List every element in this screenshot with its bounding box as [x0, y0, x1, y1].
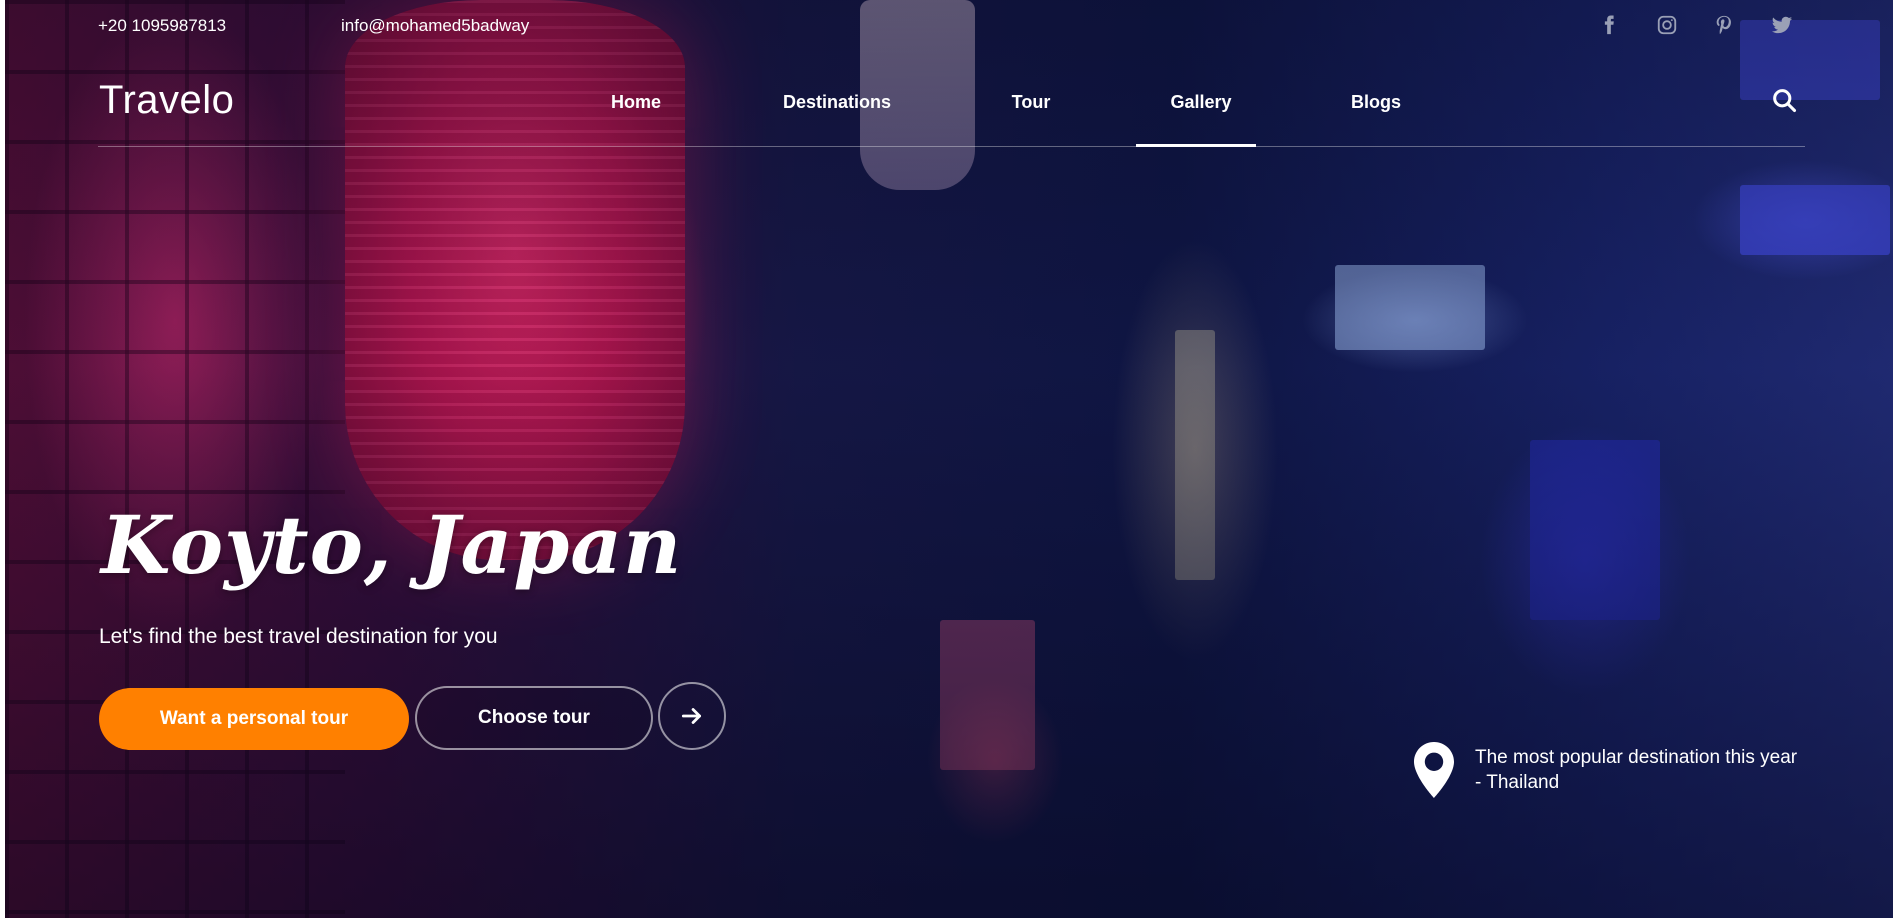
map-pin-icon	[1410, 742, 1458, 798]
instagram-icon[interactable]	[1656, 14, 1678, 36]
personal-tour-button[interactable]: Want a personal tour	[99, 688, 409, 750]
nav-item-tour[interactable]: Tour	[1012, 92, 1051, 113]
nav-item-blogs[interactable]: Blogs	[1351, 92, 1401, 113]
popular-destination-text: The most popular destination this year -…	[1475, 747, 1798, 793]
nav-item-home[interactable]: Home	[611, 92, 661, 113]
twitter-icon[interactable]	[1771, 14, 1793, 36]
pinterest-icon[interactable]	[1713, 14, 1735, 36]
facebook-icon[interactable]	[1598, 14, 1620, 36]
search-icon[interactable]	[1770, 86, 1798, 114]
choose-tour-button[interactable]: Choose tour	[415, 686, 653, 750]
next-arrow-button[interactable]	[658, 682, 726, 750]
hero-section: +20 1095987813 info@mohamed5badway Trave…	[5, 0, 1893, 918]
hero-title: Koyto, Japan	[101, 498, 683, 592]
nav-divider	[98, 146, 1805, 147]
site-logo[interactable]: Travelo	[99, 78, 234, 123]
hero-subtitle: Let's find the best travel destination f…	[99, 625, 498, 648]
topbar-email[interactable]: info@mohamed5badway	[341, 16, 529, 36]
topbar-phone[interactable]: +20 1095987813	[98, 16, 226, 36]
arrow-right-icon	[679, 703, 705, 729]
nav-item-destinations[interactable]: Destinations	[783, 92, 891, 113]
nav-item-gallery[interactable]: Gallery	[1170, 92, 1231, 113]
